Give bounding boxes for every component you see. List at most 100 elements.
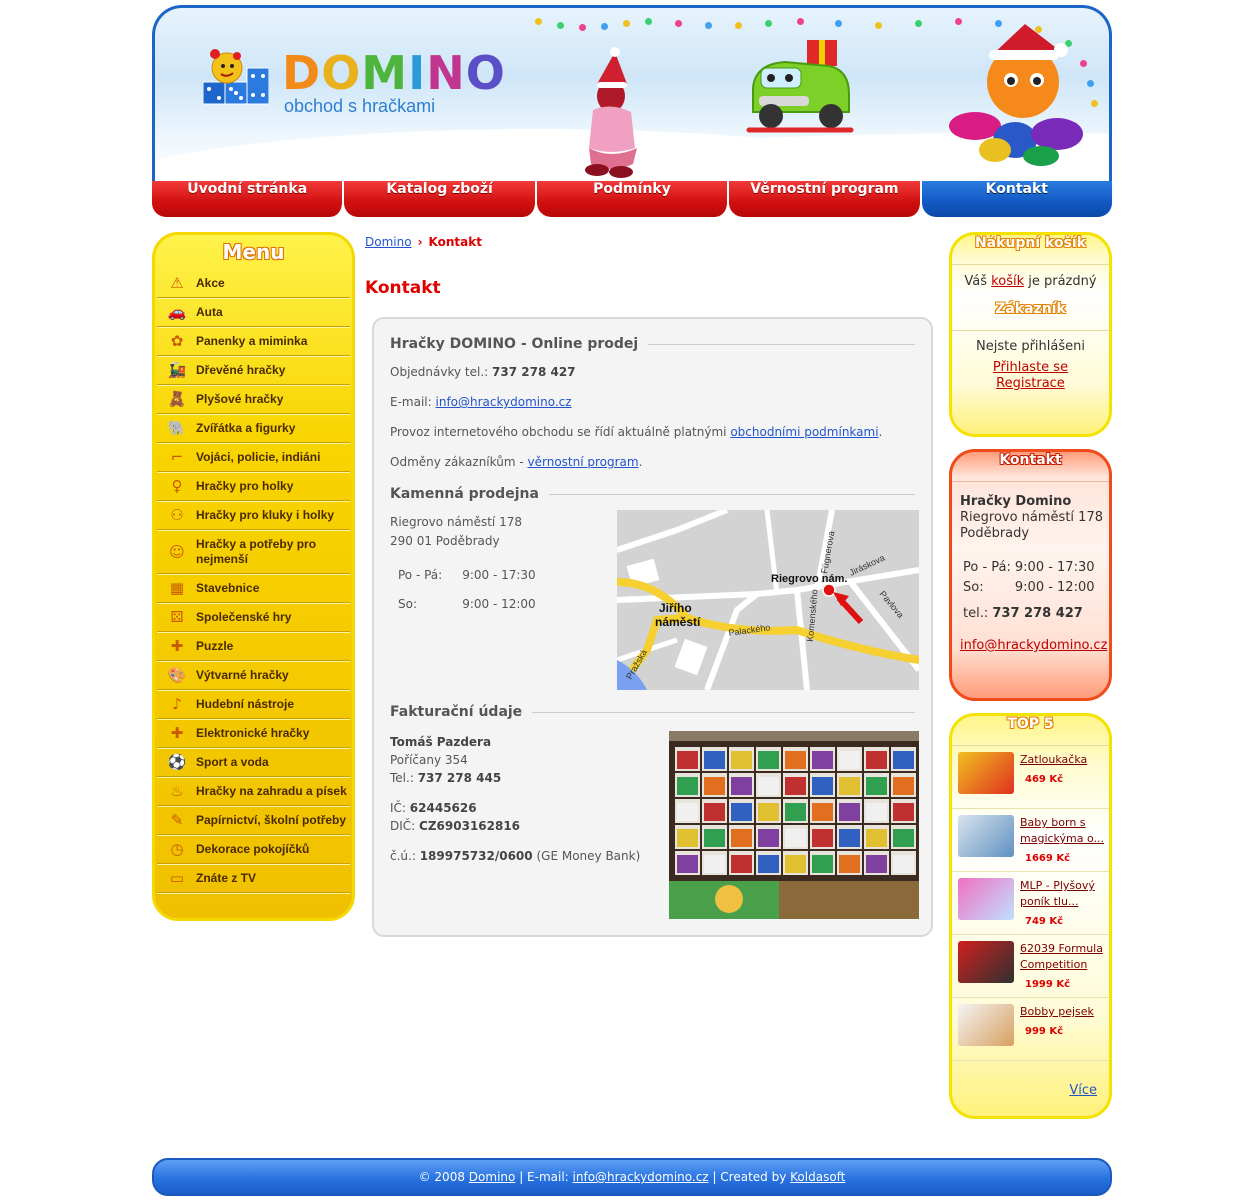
menu-item-11[interactable]: ⚄ Společenské hry (157, 603, 350, 632)
breadcrumb-current: Kontakt (428, 235, 482, 249)
footer-author-link[interactable]: Koldasoft (790, 1170, 845, 1184)
product-price: 749 Kč (1025, 916, 1064, 927)
top5-item[interactable]: 62039 Formula Competition 1999 Kč (952, 935, 1109, 998)
rattle-icon: ✿ (170, 332, 184, 350)
rewards-row: Odměny zákazníkům - věrnostní program. (390, 455, 643, 469)
menu-item-18[interactable]: ✎ Papírnictví, školní potřeby (157, 806, 350, 835)
menu-item-4[interactable]: 🧸 Plyšové hračky (157, 385, 350, 414)
category-menu: Menu ⚠ Akce 🚗 Auta ✿ Panenky a miminka 🚂 Dřevěn… (152, 232, 355, 921)
menu-item-20[interactable]: ▭ Znáte z TV (157, 864, 350, 893)
product-thumbnail[interactable] (958, 878, 1014, 920)
loyalty-link[interactable]: věrnostní program (528, 455, 639, 469)
cart-status: Váš košík je prázdný (964, 274, 1097, 289)
menu-item-label: Vojáci, policie, indiáni (196, 449, 321, 464)
cart-box: Nákupní košík Váš košík je prázdný Zákaz… (949, 232, 1112, 437)
product-name-link[interactable]: Bobby pejsek (1020, 1004, 1094, 1020)
breadcrumb-home-link[interactable]: Domino (365, 235, 412, 249)
product-thumbnail[interactable] (958, 815, 1014, 857)
contact-box-street: Riegrovo náměstí 178 (960, 510, 1103, 525)
nav-item-loyalty[interactable]: Věrnostní program (729, 181, 922, 217)
billing-heading: Fakturační údaje (390, 701, 915, 723)
login-link[interactable]: Přihlaste se (993, 360, 1068, 375)
menu-item-label: Puzzle (196, 638, 234, 653)
contact-box-hours: Po - Pá: 9:00 - 17:30 So: 9:00 - 12:00 (963, 560, 1095, 595)
menu-item-0[interactable]: ⚠ Akce (157, 269, 350, 298)
menu-list: ⚠ Akce 🚗 Auta ✿ Panenky a miminka 🚂 Dřevěné hra… (155, 269, 352, 893)
bricks-icon: ▦ (169, 579, 185, 597)
menu-item-14[interactable]: ♪ Hudební nástroje (157, 690, 350, 719)
top5-title: TOP 5 (952, 716, 1109, 746)
billing-details: Tomáš Pazdera Poříčany 354 Tel.: 737 278… (390, 735, 641, 863)
contact-box-email[interactable]: info@hrackydomino.cz (960, 638, 1107, 653)
menu-item-15[interactable]: ✚ Elektronické hračky (157, 719, 350, 748)
page-wrapper: DOMINO obchod s hračkami Úvodní stránka … (152, 5, 1113, 1196)
nav-item-home[interactable]: Úvodní stránka (152, 181, 345, 217)
store-heading: Kamenná prodejna (390, 483, 915, 505)
menu-item-label: Akce (196, 275, 225, 290)
product-thumbnail[interactable] (958, 1004, 1014, 1046)
cart-title: Nákupní košík (952, 235, 1109, 265)
menu-item-label: Elektronické hračky (196, 725, 310, 740)
top5-item[interactable]: Baby born s magickýma o... 1669 Kč (952, 809, 1109, 872)
store-photo (669, 731, 919, 919)
menu-item-label: Hudební nástroje (196, 696, 295, 711)
menu-item-7[interactable]: ♀ Hračky pro holky (157, 472, 350, 501)
menu-item-12[interactable]: ✚ Puzzle (157, 632, 350, 661)
footer-email-link[interactable]: info@hrackydomino.cz (573, 1170, 709, 1184)
product-thumbnail[interactable] (958, 752, 1014, 794)
online-heading: Hračky DOMINO - Online prodej (390, 333, 915, 355)
store-map[interactable]: Jiřího náměstí Riegrovo nám. Palackého P… (617, 510, 919, 690)
product-name-link[interactable]: Zatloukačka (1020, 752, 1087, 768)
top5-item[interactable]: Bobby pejsek 999 Kč (952, 998, 1109, 1061)
top5-more-link[interactable]: Více (1069, 1083, 1097, 1098)
menu-item-label: Společenské hry (196, 609, 292, 624)
logo-dice-icon (203, 49, 269, 105)
menu-item-10[interactable]: ▦ Stavebnice (157, 574, 350, 603)
product-name-link[interactable]: 62039 Formula Competition (1020, 941, 1105, 973)
menu-item-label: Hračky na zahradu a písek (196, 783, 347, 798)
map-label-main: Riegrovo nám. (771, 573, 847, 585)
cart-link[interactable]: košík (991, 274, 1024, 289)
product-name-link[interactable]: Baby born s magickýma o... (1020, 815, 1105, 847)
menu-item-13[interactable]: 🎨 Výtvarné hračky (157, 661, 350, 690)
product-thumbnail[interactable] (958, 941, 1014, 983)
product-price: 1999 Kč (1025, 979, 1070, 990)
menu-item-label: Panenky a miminka (196, 333, 308, 348)
email-link[interactable]: info@hrackydomino.cz (436, 395, 572, 409)
top5-item[interactable]: MLP - Plyšový poník tlu... 749 Kč (952, 872, 1109, 935)
menu-item-label: Znáte z TV (196, 870, 257, 885)
puzzle-icon: ✚ (170, 637, 184, 655)
menu-item-8[interactable]: ⚇ Hračky pro kluky i holky (157, 501, 350, 530)
menu-item-16[interactable]: ⚽ Sport a voda (157, 748, 350, 777)
menu-item-label: Dekorace pokojíčků (196, 841, 310, 856)
map-label-square: Jiřího (659, 601, 692, 615)
product-name-link[interactable]: MLP - Plyšový poník tlu... (1020, 878, 1105, 910)
footer-home-link[interactable]: Domino (469, 1170, 516, 1184)
nav-item-terms[interactable]: Podmínky (536, 181, 730, 217)
product-price: 469 Kč (1025, 774, 1064, 785)
terms-link[interactable]: obchodními podmínkami (730, 425, 878, 439)
register-link[interactable]: Registrace (996, 376, 1065, 391)
contact-box-name: Hračky Domino (960, 494, 1072, 509)
menu-item-6[interactable]: ⌐ Vojáci, policie, indiáni (157, 443, 350, 472)
santa-doll-image (585, 47, 637, 178)
contact-box-phone: tel.: 737 278 427 (963, 606, 1083, 621)
menu-item-3[interactable]: 🚂 Dřevěné hračky (157, 356, 350, 385)
ball-icon: ⚽ (167, 753, 187, 771)
nav-item-catalog[interactable]: Katalog zboží (344, 181, 537, 217)
orders-phone-row: Objednávky tel.: 737 278 427 (390, 365, 576, 379)
menu-item-5[interactable]: 🐘 Zvířátka a figurky (157, 414, 350, 443)
nav-item-contact[interactable]: Kontakt (921, 181, 1113, 217)
menu-item-17[interactable]: ♨ Hračky na zahradu a písek (157, 777, 350, 806)
menu-item-19[interactable]: ◷ Dekorace pokojíčků (157, 835, 350, 864)
contact-box: Kontakt Hračky Domino Riegrovo náměstí 1… (949, 449, 1112, 701)
contact-panel: Hračky DOMINO - Online prodej Objednávky… (372, 317, 933, 937)
menu-item-2[interactable]: ✿ Panenky a miminka (157, 327, 350, 356)
breadcrumb: Domino › Kontakt (365, 235, 933, 255)
palette-icon: 🎨 (167, 666, 187, 684)
top5-item[interactable]: Zatloukačka 469 Kč (952, 746, 1109, 809)
menu-item-9[interactable]: ☺ Hračky a potřeby pro nejmenší (157, 530, 350, 574)
car-icon: 🚗 (167, 303, 187, 321)
animal-icon: 🐘 (167, 419, 187, 437)
menu-item-1[interactable]: 🚗 Auta (157, 298, 350, 327)
